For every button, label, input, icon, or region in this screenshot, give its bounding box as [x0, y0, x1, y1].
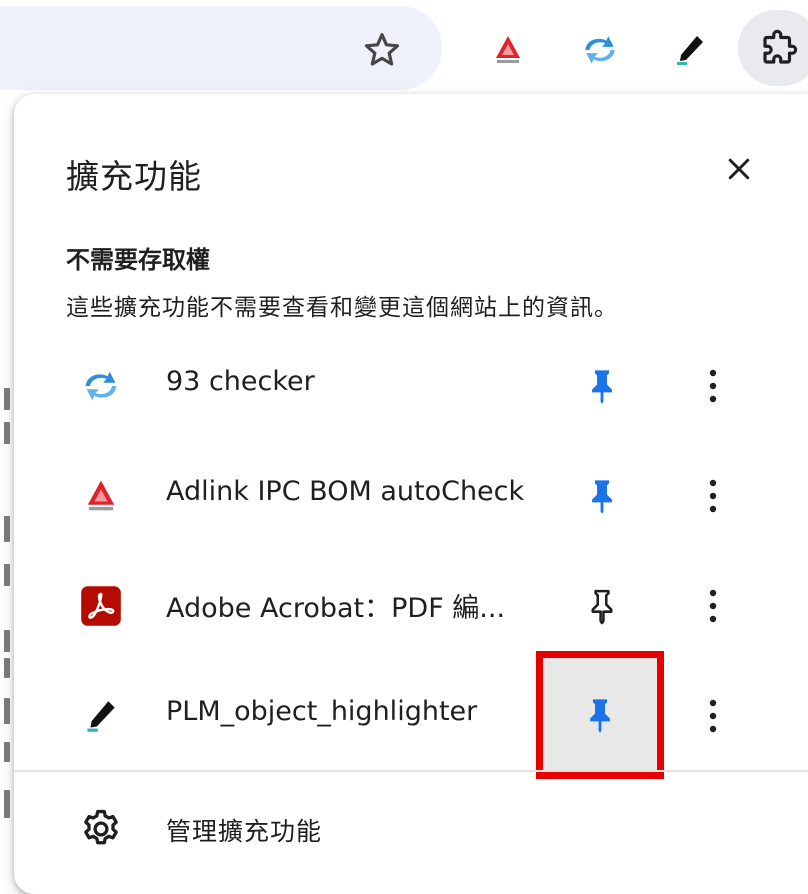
more-options-button[interactable]: [690, 468, 736, 524]
browser-toolbar: [0, 0, 808, 92]
pin-button[interactable]: [566, 468, 638, 524]
extension-row-plm[interactable]: PLM_object_highlighter: [14, 651, 804, 779]
toolbar-extension-adlink[interactable]: [482, 24, 534, 76]
more-vert-icon: [709, 699, 717, 733]
more-vert-icon: [709, 369, 717, 403]
pin-button[interactable]: [566, 578, 638, 634]
extension-row-adlink[interactable]: Adlink IPC BOM autoCheck: [14, 440, 804, 550]
extensions-popup: 擴充功能 不需要存取權 這些擴充功能不需要查看和變更這個網站上的資訊。 93 c…: [14, 94, 808, 894]
section-heading: 不需要存取權: [66, 246, 210, 274]
toolbar-extension-93-checker[interactable]: [574, 24, 626, 76]
star-icon: [364, 33, 400, 66]
bookmark-button[interactable]: [356, 24, 408, 76]
extension-name: 93 checker: [166, 366, 315, 397]
pin-filled-icon: [590, 699, 610, 733]
toolbar-extension-plm[interactable]: [664, 24, 716, 76]
extension-row-adobe-acrobat[interactable]: Adobe Acrobat：PDF 編...: [14, 550, 804, 660]
adlink-icon: [496, 36, 520, 63]
adobe-acrobat-icon: [81, 586, 121, 626]
extension-icon: [78, 693, 124, 739]
pin-filled-icon: [592, 480, 612, 514]
pin-button[interactable]: [566, 358, 638, 414]
extension-icon: [78, 363, 124, 409]
sync-arrows-icon: [85, 371, 117, 401]
more-vert-icon: [709, 589, 717, 623]
extension-name: Adlink IPC BOM autoCheck: [166, 476, 525, 507]
pin-filled-icon: [592, 370, 612, 404]
manage-icon-wrap: [76, 804, 126, 854]
close-button[interactable]: [716, 146, 762, 192]
pin-button-hovered[interactable]: [542, 658, 658, 772]
more-options-button[interactable]: [690, 358, 736, 414]
adlink-icon: [87, 480, 115, 511]
manage-extensions-button[interactable]: 管理擴充功能: [14, 774, 804, 882]
popup-title: 擴充功能: [66, 157, 202, 196]
extension-row-93-checker[interactable]: 93 checker: [14, 330, 804, 440]
pen-icon: [677, 36, 703, 65]
divider: [14, 770, 808, 772]
pen-icon: [87, 701, 115, 732]
close-icon: [728, 158, 750, 180]
extension-icon: [78, 583, 124, 629]
more-options-button[interactable]: [690, 578, 736, 634]
manage-extensions-label: 管理擴充功能: [166, 817, 323, 846]
puzzle-icon: [763, 29, 798, 64]
extension-name: Adobe Acrobat：PDF 編...: [166, 593, 506, 624]
gear-icon: [84, 809, 118, 845]
sync-arrows-icon: [585, 36, 615, 64]
extension-name: PLM_object_highlighter: [166, 696, 478, 727]
section-description: 這些擴充功能不需要查看和變更這個網站上的資訊。: [66, 295, 618, 321]
extensions-menu-button[interactable]: [738, 10, 808, 86]
more-options-button[interactable]: [690, 688, 736, 744]
pin-outline-icon: [591, 589, 613, 625]
more-vert-icon: [709, 479, 717, 513]
extension-icon: [78, 473, 124, 519]
